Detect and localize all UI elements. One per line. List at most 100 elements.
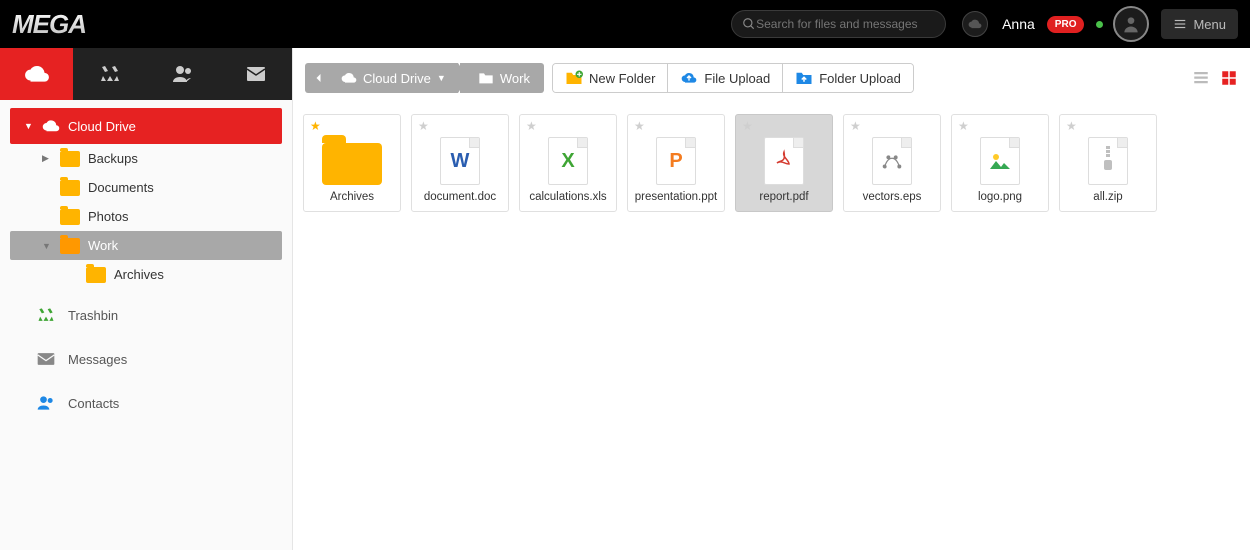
- menu-button[interactable]: Menu: [1161, 9, 1238, 39]
- breadcrumb-leaf[interactable]: Work: [460, 63, 544, 93]
- file-tile[interactable]: ★Archives: [303, 114, 401, 212]
- star-icon[interactable]: ★: [850, 119, 861, 133]
- menu-label: Menu: [1193, 17, 1226, 32]
- file-name: presentation.ppt: [635, 191, 717, 203]
- folder-tree: ▼ Cloud Drive ▶Backups·Documents·Photos▼…: [0, 100, 292, 421]
- section-messages[interactable]: Messages: [0, 341, 292, 377]
- hamburger-icon: [1173, 17, 1187, 31]
- breadcrumb-leaf-label: Work: [500, 71, 530, 86]
- file-name: document.doc: [424, 191, 496, 203]
- file-upload-button[interactable]: File Upload: [668, 64, 783, 92]
- file-tile[interactable]: ★ all.zip: [1059, 114, 1157, 212]
- cloud-icon: [341, 70, 357, 86]
- file-tile[interactable]: ★ Ppresentation.ppt: [627, 114, 725, 212]
- star-icon[interactable]: ★: [634, 119, 645, 133]
- chevron-down-icon: ▼: [24, 121, 34, 131]
- breadcrumb: Cloud Drive ▼ Work: [305, 63, 544, 93]
- tree-item-label: Photos: [88, 209, 128, 224]
- breadcrumb-root[interactable]: Cloud Drive ▼: [333, 63, 458, 93]
- online-status-dot: [1096, 21, 1103, 28]
- tree-item-archives[interactable]: ·Archives: [10, 260, 282, 289]
- folder-icon: [60, 180, 80, 196]
- file-name: report.pdf: [759, 191, 808, 203]
- file-icon: X: [548, 137, 588, 185]
- file-tile[interactable]: ★ Xcalculations.xls: [519, 114, 617, 212]
- avatar[interactable]: [1113, 6, 1149, 42]
- tree-arrow: ▶: [42, 153, 52, 164]
- file-upload-label: File Upload: [704, 71, 770, 86]
- tree-root[interactable]: ▼ Cloud Drive: [10, 108, 282, 144]
- content-pane: Cloud Drive ▼ Work New Folder File Uploa…: [293, 48, 1250, 550]
- folder-upload-label: Folder Upload: [819, 71, 901, 86]
- star-icon[interactable]: ★: [742, 119, 753, 133]
- breadcrumb-back[interactable]: [305, 63, 333, 93]
- section-label: Trashbin: [68, 308, 118, 323]
- tree-arrow: ·: [68, 270, 78, 280]
- cloud-icon: [42, 117, 60, 135]
- username[interactable]: Anna: [1002, 16, 1035, 32]
- tree-root-label: Cloud Drive: [68, 119, 136, 134]
- tree-item-documents[interactable]: ·Documents: [10, 173, 282, 202]
- image-icon: [980, 137, 1020, 185]
- tree-item-photos[interactable]: · Photos: [10, 202, 282, 231]
- tab-recycle[interactable]: [73, 48, 146, 100]
- star-icon[interactable]: ★: [526, 119, 537, 133]
- tree-item-backups[interactable]: ▶ Backups: [10, 144, 282, 173]
- folder-icon: [322, 143, 382, 185]
- star-icon[interactable]: ★: [958, 119, 969, 133]
- tab-contacts[interactable]: [146, 48, 219, 100]
- file-tile[interactable]: ★vectors.eps: [843, 114, 941, 212]
- chevron-left-icon: [313, 72, 325, 84]
- tab-messages[interactable]: [219, 48, 292, 100]
- star-icon[interactable]: ★: [310, 119, 321, 133]
- file-tile[interactable]: ★ logo.png: [951, 114, 1049, 212]
- tree-arrow: ▼: [42, 241, 52, 251]
- caret-down-icon: ▼: [437, 73, 446, 83]
- zip-icon: [1088, 137, 1128, 185]
- tree-item-work[interactable]: ▼ Work: [10, 231, 282, 260]
- section-label: Contacts: [68, 396, 119, 411]
- section-contacts[interactable]: Contacts: [0, 385, 292, 421]
- new-folder-icon: [565, 70, 583, 86]
- cloud-status-icon[interactable]: [962, 11, 988, 37]
- file-icon: W: [440, 137, 480, 185]
- search-input[interactable]: [756, 17, 935, 31]
- star-icon[interactable]: ★: [418, 119, 429, 133]
- view-toggle: [1192, 69, 1238, 87]
- folder-upload-button[interactable]: Folder Upload: [783, 64, 913, 92]
- star-icon[interactable]: ★: [1066, 119, 1077, 133]
- contacts-icon: [36, 393, 56, 413]
- upload-cloud-icon: [680, 70, 698, 86]
- nav-tabs: [0, 48, 292, 100]
- new-folder-button[interactable]: New Folder: [553, 64, 668, 92]
- upload-folder-icon: [795, 70, 813, 86]
- file-tile[interactable]: ★ report.pdf: [735, 114, 833, 212]
- brand-logo: MEGA: [12, 9, 152, 40]
- folder-icon: [478, 71, 494, 85]
- file-grid: ★Archives★Wdocument.doc★Xcalculations.xl…: [293, 98, 1250, 228]
- tree-item-label: Work: [88, 238, 118, 253]
- list-view-icon[interactable]: [1192, 69, 1210, 87]
- file-name: all.zip: [1093, 191, 1122, 203]
- search-icon: [742, 17, 756, 31]
- mail-icon: [36, 351, 56, 367]
- breadcrumb-root-label: Cloud Drive: [363, 71, 431, 86]
- section-label: Messages: [68, 352, 127, 367]
- tree-item-label: Backups: [88, 151, 138, 166]
- tree-arrow: ·: [42, 212, 52, 222]
- grid-view-icon[interactable]: [1220, 69, 1238, 87]
- eps-icon: [872, 137, 912, 185]
- search-box[interactable]: [731, 10, 946, 38]
- sidebar: ▼ Cloud Drive ▶Backups·Documents·Photos▼…: [0, 48, 293, 550]
- tree-arrow: ·: [42, 183, 52, 193]
- toolbar: Cloud Drive ▼ Work New Folder File Uploa…: [305, 58, 1238, 98]
- section-trashbin[interactable]: Trashbin: [0, 297, 292, 333]
- tab-cloud[interactable]: [0, 48, 73, 100]
- recycle-icon: [36, 305, 56, 325]
- file-name: logo.png: [978, 191, 1022, 203]
- folder-icon: [60, 238, 80, 254]
- pro-badge: PRO: [1047, 16, 1085, 33]
- file-tile[interactable]: ★ Wdocument.doc: [411, 114, 509, 212]
- file-name: calculations.xls: [529, 191, 606, 203]
- file-icon: P: [656, 137, 696, 185]
